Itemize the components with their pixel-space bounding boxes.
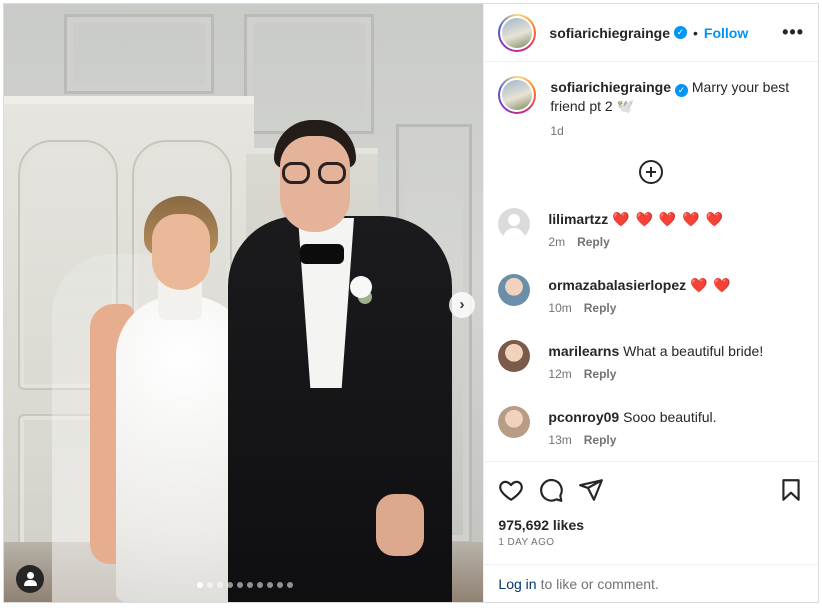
reply-button[interactable]: Reply bbox=[584, 301, 617, 315]
glasses bbox=[280, 162, 350, 184]
separator-dot: • bbox=[693, 24, 698, 41]
load-more-comments bbox=[498, 160, 804, 184]
comment-time: 13m bbox=[548, 433, 572, 447]
author-username[interactable]: sofiarichiegrainge bbox=[549, 25, 670, 41]
caption-username[interactable]: sofiarichiegrainge bbox=[550, 79, 671, 95]
comment-list: lilimartzz ❤️ ❤️ ❤️ ❤️ ❤️ 2m Reply ormazaba… bbox=[498, 208, 804, 454]
post-header: sofiarichiegrainge ✓ • Follow ••• bbox=[484, 4, 818, 62]
comment-icon[interactable] bbox=[538, 477, 564, 503]
post-sidebar: sofiarichiegrainge ✓ • Follow ••• sofiar… bbox=[483, 4, 818, 602]
comment-time: 10m bbox=[548, 301, 572, 315]
login-prompt: Log in to like or comment. bbox=[484, 564, 818, 602]
commenter-username[interactable]: marilearns bbox=[548, 343, 619, 359]
action-bar bbox=[484, 461, 818, 517]
caption-time: 1d bbox=[550, 124, 564, 138]
comment-hearts: ❤️ ❤️ bbox=[690, 277, 732, 293]
carousel-next-button[interactable]: › bbox=[449, 292, 475, 318]
boutonniere bbox=[350, 276, 372, 298]
commenter-username[interactable]: pconroy09 bbox=[548, 409, 619, 425]
carousel-dot bbox=[197, 582, 203, 588]
login-link[interactable]: Log in bbox=[498, 576, 536, 592]
carousel-dot bbox=[287, 582, 293, 588]
comment-item: ormazabalasierlopez ❤️ ❤️ 10m Reply bbox=[498, 274, 804, 322]
wall-molding bbox=[64, 14, 214, 94]
heart-icon[interactable] bbox=[498, 477, 524, 503]
wall-molding bbox=[244, 14, 374, 134]
carousel-dot bbox=[247, 582, 253, 588]
commenter-avatar[interactable] bbox=[498, 274, 531, 306]
login-prompt-text: to like or comment. bbox=[540, 575, 659, 592]
more-options-icon[interactable]: ••• bbox=[782, 22, 804, 43]
verified-badge-icon: ✓ bbox=[675, 84, 688, 97]
commenter-username[interactable]: lilimartzz bbox=[548, 211, 608, 227]
comment-item: marilearns What a beautiful bride! 12m Rep… bbox=[498, 340, 804, 388]
comment-hearts: ❤️ ❤️ ❤️ ❤️ ❤️ bbox=[612, 211, 724, 227]
post-caption: sofiarichiegrainge ✓ Marry your best frie… bbox=[498, 76, 804, 138]
carousel-dot bbox=[207, 582, 213, 588]
groom-hand bbox=[376, 494, 424, 556]
post-modal: › sofiarichiegrainge ✓ • Follow ••• sofi… bbox=[3, 3, 819, 603]
groom-face bbox=[280, 136, 350, 232]
follow-button[interactable]: Follow bbox=[704, 25, 748, 41]
bow-tie bbox=[300, 244, 344, 264]
post-date: 1 DAY AGO bbox=[498, 537, 555, 548]
carousel-dot bbox=[227, 582, 233, 588]
comment-time: 12m bbox=[548, 367, 572, 381]
verified-badge-icon: ✓ bbox=[674, 26, 687, 39]
caption-avatar[interactable] bbox=[498, 76, 537, 114]
carousel-dot bbox=[277, 582, 283, 588]
comment-text: Sooo beautiful. bbox=[623, 409, 717, 425]
user-icon bbox=[27, 572, 34, 579]
carousel-indicator bbox=[197, 582, 293, 588]
plus-circle-icon[interactable] bbox=[639, 160, 664, 184]
commenter-avatar[interactable] bbox=[498, 208, 531, 240]
post-photo[interactable]: › bbox=[4, 4, 484, 602]
commenter-avatar[interactable] bbox=[498, 406, 531, 438]
commenter-avatar[interactable] bbox=[498, 340, 531, 372]
like-count[interactable]: 975,692 likes bbox=[484, 517, 818, 533]
carousel-dot bbox=[237, 582, 243, 588]
comment-item: lilimartzz ❤️ ❤️ ❤️ ❤️ ❤️ 2m Reply bbox=[498, 208, 804, 256]
comment-text: What a beautiful bride! bbox=[623, 343, 764, 359]
comments-section: sofiarichiegrainge ✓ Marry your best frie… bbox=[484, 62, 818, 461]
share-icon[interactable] bbox=[578, 477, 604, 503]
reply-button[interactable]: Reply bbox=[584, 367, 617, 381]
carousel-dot bbox=[257, 582, 263, 588]
bookmark-icon[interactable] bbox=[778, 477, 804, 503]
comment-item: pconroy09 Sooo beautiful. 13m Reply bbox=[498, 406, 804, 454]
bride-face bbox=[152, 214, 210, 290]
tagged-users-button[interactable] bbox=[16, 565, 44, 593]
author-avatar[interactable] bbox=[498, 13, 537, 52]
carousel-dot bbox=[217, 582, 223, 588]
carousel-dot bbox=[267, 582, 273, 588]
comment-time: 2m bbox=[548, 235, 566, 249]
reply-button[interactable]: Reply bbox=[584, 433, 617, 447]
commenter-username[interactable]: ormazabalasierlopez bbox=[548, 277, 686, 293]
reply-button[interactable]: Reply bbox=[577, 235, 610, 249]
